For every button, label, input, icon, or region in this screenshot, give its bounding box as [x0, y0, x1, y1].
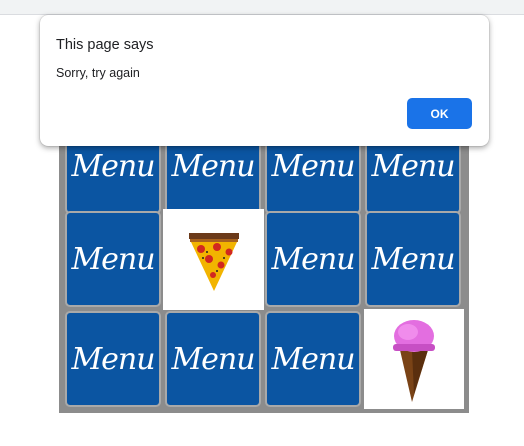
memory-card-7[interactable]: Menu [265, 211, 361, 307]
alert-dialog: This page says Sorry, try again OK [40, 15, 489, 146]
card-back-text: Menu [71, 148, 155, 184]
card-back-text: Menu [371, 148, 455, 184]
memory-card-10[interactable]: Menu [165, 311, 261, 407]
memory-card-6[interactable] [163, 209, 264, 310]
pizza-slice-icon [188, 232, 239, 291]
card-back-text: Menu [371, 241, 455, 277]
card-back-text: Menu [271, 148, 355, 184]
card-back-text: Menu [271, 341, 355, 377]
browser-top-bar [0, 0, 524, 15]
dialog-message: Sorry, try again [56, 66, 140, 80]
card-back-text: Menu [171, 341, 255, 377]
card-back-text: Menu [171, 148, 255, 184]
memory-card-5[interactable]: Menu [65, 211, 161, 307]
ice-cream-cone-icon [393, 320, 435, 402]
card-back-text: Menu [271, 241, 355, 277]
memory-card-9[interactable]: Menu [65, 311, 161, 407]
memory-card-12[interactable] [364, 309, 464, 409]
card-back-text: Menu [71, 241, 155, 277]
ok-button[interactable]: OK [407, 98, 472, 129]
card-back-text: Menu [71, 341, 155, 377]
memory-card-8[interactable]: Menu [365, 211, 461, 307]
memory-card-11[interactable]: Menu [265, 311, 361, 407]
dialog-title: This page says [56, 37, 154, 53]
memory-game-board: Menu Menu Menu Menu Menu Menu Menu Menu … [59, 106, 469, 413]
